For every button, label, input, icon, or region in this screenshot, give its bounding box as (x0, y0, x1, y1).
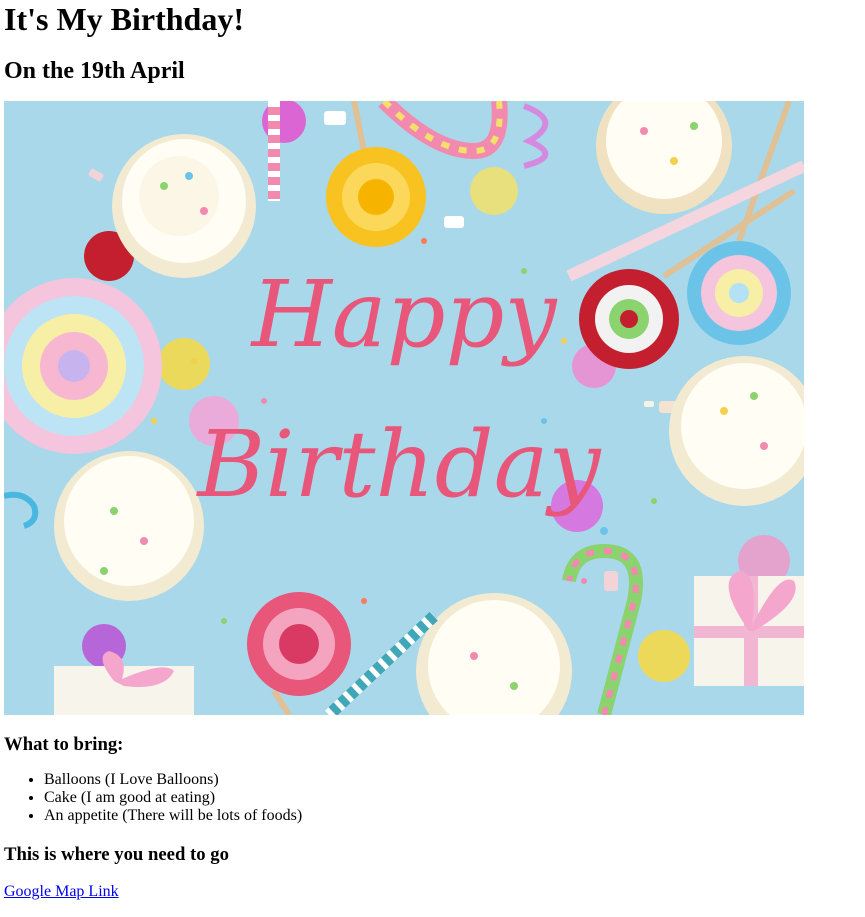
page-content: It's My Birthday! On the 19th April Happ… (0, 0, 865, 901)
google-map-link[interactable]: Google Map Link (4, 883, 119, 901)
gift-box-right (694, 571, 804, 686)
cupcake-left (54, 451, 204, 601)
list-item: Cake (I am good at eating) (44, 789, 861, 807)
birthday-text: Birthday (196, 411, 602, 518)
list-item: Balloons (I Love Balloons) (44, 771, 861, 789)
page-subtitle: On the 19th April (4, 58, 185, 84)
happy-text: Happy (250, 261, 558, 368)
bring-heading: What to bring: (4, 734, 124, 755)
bring-list: Balloons (I Love Balloons) Cake (I am go… (4, 771, 861, 825)
cupcake-top-left (112, 134, 256, 278)
list-item: An appetite (There will be lots of foods… (44, 807, 861, 825)
location-heading: This is where you need to go (4, 844, 229, 865)
page-title: It's My Birthday! (4, 1, 244, 37)
birthday-banner-image: Happy Birthday (4, 101, 804, 715)
